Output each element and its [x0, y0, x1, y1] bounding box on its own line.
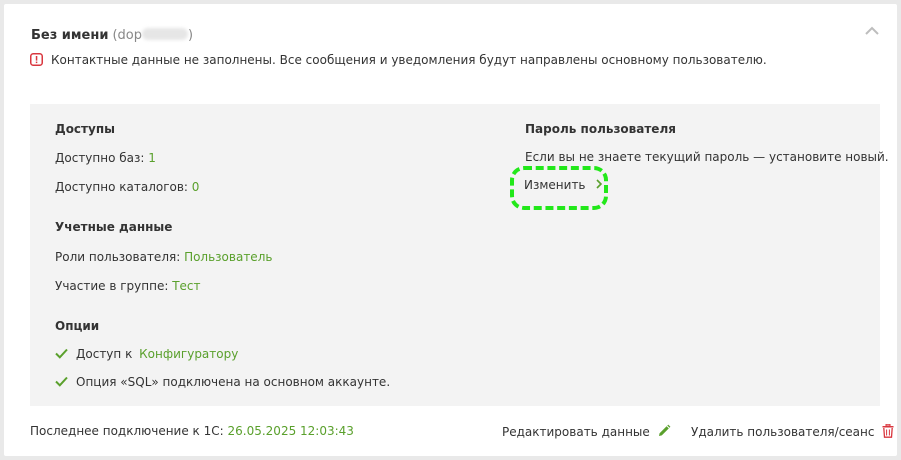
last-connection-date: 26.05.2025 12:03:43 — [227, 424, 354, 438]
edit-data-label: Редактировать данные — [502, 425, 650, 439]
user-card: Без имени (dop) Контактные данные не запо… — [4, 4, 897, 456]
delete-user-button[interactable]: Удалить пользователя/сеанс — [691, 424, 894, 439]
catalogs-label: Доступно каталогов: — [55, 180, 192, 194]
pencil-icon — [658, 424, 671, 436]
check-icon — [55, 376, 68, 387]
bases-label: Доступно баз: — [55, 151, 149, 165]
option-configurator: Доступ к Конфигуратору — [55, 347, 238, 361]
group-row: Участие в группе: Тест — [55, 279, 201, 293]
bases-link[interactable]: 1 — [148, 151, 156, 165]
option-configurator-text: Доступ к — [76, 347, 137, 361]
user-name: Без имени — [31, 28, 109, 43]
options-title: Опции — [55, 319, 100, 333]
catalogs-link[interactable]: 0 — [192, 180, 200, 194]
login-prefix: (dop — [112, 28, 142, 43]
password-hint: Если вы не знаете текущий пароль — устан… — [525, 150, 889, 164]
group-label: Участие в группе: — [55, 279, 173, 293]
bases-row: Доступно баз: 1 — [55, 151, 156, 165]
option-sql-text: Опция «SQL» подключена на основном аккау… — [76, 375, 391, 389]
trash-icon — [882, 424, 894, 438]
password-title: Пароль пользователя — [525, 122, 676, 136]
details-panel: Доступы Доступно баз: 1 Доступно каталог… — [30, 104, 889, 406]
check-icon — [55, 348, 68, 359]
roles-row: Роли пользователя: Пользователь — [55, 250, 272, 264]
option-sql: Опция «SQL» подключена на основном аккау… — [55, 375, 390, 389]
login-suffix: ) — [187, 28, 194, 43]
configurator-link[interactable]: Конфигуратору — [139, 347, 238, 361]
account-title: Учетные данные — [55, 220, 173, 234]
change-password-button[interactable]: Изменить — [524, 178, 603, 192]
group-link[interactable]: Тест — [172, 279, 200, 293]
contact-warning: Контактные данные не заполнены. Все сооб… — [30, 53, 767, 67]
warning-text: Контактные данные не заполнены. Все сооб… — [51, 53, 767, 67]
user-title: Без имени (dop) — [31, 28, 193, 43]
delete-user-label: Удалить пользователя/сеанс — [691, 425, 875, 439]
roles-link[interactable]: Пользователь — [184, 250, 272, 264]
last-connection-label: Последнее подключение к 1С: — [30, 424, 228, 438]
access-title: Доступы — [55, 122, 115, 136]
last-connection: Последнее подключение к 1С: 26.05.2025 1… — [30, 424, 354, 438]
change-password-label: Изменить — [524, 178, 586, 192]
edit-data-button[interactable]: Редактировать данные — [502, 424, 671, 439]
roles-label: Роли пользователя: — [55, 250, 185, 264]
chevron-right-icon — [595, 179, 602, 189]
user-login: (dop) — [112, 28, 193, 43]
login-redacted — [141, 28, 188, 40]
collapse-button[interactable] — [863, 22, 881, 40]
warning-icon — [30, 53, 43, 66]
catalogs-row: Доступно каталогов: 0 — [55, 180, 199, 194]
chevron-up-icon — [865, 26, 879, 35]
